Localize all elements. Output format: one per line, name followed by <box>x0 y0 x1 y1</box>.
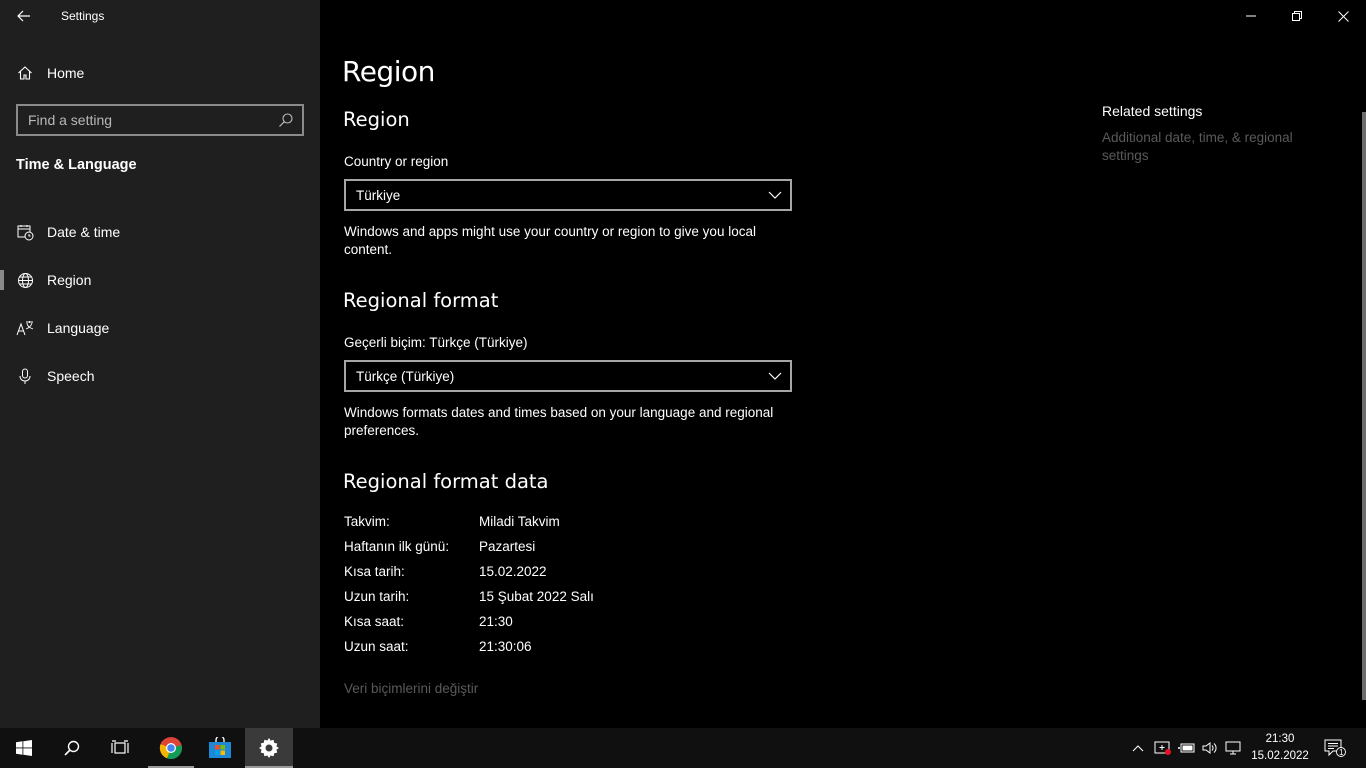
start-button[interactable] <box>0 728 48 768</box>
battery-icon <box>1178 743 1195 753</box>
sidebar-item-label: Speech <box>47 368 95 384</box>
sidebar-item-date-time[interactable]: Date & time <box>0 208 320 256</box>
row-value: Pazartesi <box>479 539 536 554</box>
back-button[interactable] <box>10 4 38 28</box>
chevron-down-icon <box>768 191 782 199</box>
security-alert-icon <box>1154 741 1171 755</box>
sidebar-item-label: Language <box>47 320 110 336</box>
regional-format-heading: Regional format <box>343 289 499 312</box>
search-icon[interactable] <box>278 112 294 128</box>
row-value: 21:30:06 <box>479 639 532 654</box>
format-data-table: Takvim: Miladi Takvim Haftanın ilk günü: P… <box>344 514 594 664</box>
row-key: Takvim: <box>344 514 390 529</box>
format-data-row: Kısa saat: 21:30 <box>344 614 594 639</box>
section-title: Time & Language <box>16 157 137 173</box>
format-dropdown[interactable]: Türkçe (Türkiye) <box>344 360 792 392</box>
taskbar-store[interactable] <box>196 728 244 768</box>
language-icon <box>16 319 34 337</box>
clock-date: 15.02.2022 <box>1251 750 1309 762</box>
close-button[interactable] <box>1320 0 1366 32</box>
row-value: Miladi Takvim <box>479 514 560 529</box>
minimize-button[interactable] <box>1228 0 1274 32</box>
sidebar-item-speech[interactable]: Speech <box>0 352 320 400</box>
taskbar-settings[interactable] <box>245 728 293 768</box>
home-nav-item[interactable]: Home <box>16 62 84 84</box>
additional-settings-link[interactable]: Additional date, time, & regional settin… <box>1102 129 1342 165</box>
sidebar-item-label: Date & time <box>47 224 121 240</box>
search-box[interactable] <box>16 104 304 136</box>
region-heading: Region <box>343 108 410 131</box>
scrollbar[interactable] <box>1362 112 1366 700</box>
show-hidden-icons-button[interactable] <box>1128 728 1148 768</box>
task-view-button[interactable] <box>96 728 144 768</box>
close-icon <box>1337 10 1349 22</box>
format-data-row: Haftanın ilk günü: Pazartesi <box>344 539 594 564</box>
app-title: Settings <box>61 9 105 23</box>
notification-count: 1 <box>1339 748 1344 757</box>
chrome-icon <box>159 737 182 760</box>
chevron-up-icon <box>1132 745 1144 752</box>
tray-volume[interactable] <box>1199 728 1221 768</box>
format-data-row: Takvim: Miladi Takvim <box>344 514 594 539</box>
store-icon <box>209 737 231 758</box>
format-data-row: Uzun tarih: 15 Şubat 2022 Salı <box>344 589 594 614</box>
row-key: Uzun saat: <box>344 639 409 654</box>
country-description: Windows and apps might use your country … <box>344 224 756 257</box>
taskbar-search-button[interactable] <box>48 728 96 768</box>
microphone-icon <box>16 367 34 385</box>
page-title: Region <box>342 55 435 88</box>
restore-button[interactable] <box>1274 0 1320 32</box>
row-key: Kısa tarih: <box>344 564 405 579</box>
chevron-down-icon <box>768 372 782 380</box>
action-center-button[interactable]: 1 <box>1320 728 1350 768</box>
calendar-clock-icon <box>16 223 34 241</box>
search-icon <box>64 740 80 756</box>
search-input[interactable] <box>28 112 268 128</box>
main-content: Region Region Country or region Türkiye … <box>320 0 1366 728</box>
row-value: 15 Şubat 2022 Salı <box>479 589 594 604</box>
task-view-icon <box>111 740 129 754</box>
tray-network[interactable] <box>1223 728 1245 768</box>
country-label: Country or region <box>344 154 449 169</box>
change-data-formats-link[interactable]: Veri biçimlerini değiştir <box>344 681 478 696</box>
tray-battery[interactable] <box>1176 728 1198 768</box>
row-value: 21:30 <box>479 614 513 629</box>
row-key: Kısa saat: <box>344 614 405 629</box>
volume-icon <box>1202 742 1217 754</box>
network-icon <box>1225 741 1241 755</box>
current-format-label: Geçerli biçim: Türkçe (Türkiye) <box>344 335 528 350</box>
taskbar-chrome[interactable] <box>148 728 194 768</box>
row-key: Haftanın ilk günü: <box>344 539 450 554</box>
sidebar-item-label: Region <box>47 272 92 288</box>
row-key: Uzun tarih: <box>344 589 410 604</box>
home-icon <box>16 64 34 82</box>
taskbar: 21:30 15.02.2022 1 <box>0 728 1366 768</box>
sidebar-item-region[interactable]: Region <box>0 256 320 304</box>
format-data-row: Kısa tarih: 15.02.2022 <box>344 564 594 589</box>
start-icon <box>16 740 32 756</box>
tray-security[interactable] <box>1152 728 1174 768</box>
country-dropdown[interactable]: Türkiye <box>344 179 792 211</box>
home-label: Home <box>47 65 85 81</box>
taskbar-clock[interactable]: 21:30 15.02.2022 <box>1248 731 1312 765</box>
clock-time: 21:30 <box>1265 733 1295 745</box>
back-arrow-icon <box>17 10 30 22</box>
format-data-heading: Regional format data <box>343 470 549 493</box>
sidebar-item-language[interactable]: Language <box>0 304 320 352</box>
restore-icon <box>1292 11 1302 21</box>
sidebar-nav: Date & time Region Language Speech <box>0 208 320 400</box>
related-settings: Related settings Additional date, time, … <box>1102 103 1342 165</box>
globe-icon <box>16 271 34 289</box>
format-data-row: Uzun saat: 21:30:06 <box>344 639 594 664</box>
country-value: Türkiye <box>356 187 401 203</box>
sidebar: Settings Home Time & Language Date & tim… <box>0 0 320 728</box>
row-value: 15.02.2022 <box>479 564 547 579</box>
minimize-icon <box>1246 15 1256 17</box>
format-description: Windows formats dates and times based on… <box>344 405 774 438</box>
settings-gear-icon <box>259 738 279 758</box>
related-settings-title: Related settings <box>1102 103 1203 119</box>
format-value: Türkçe (Türkiye) <box>356 368 455 384</box>
